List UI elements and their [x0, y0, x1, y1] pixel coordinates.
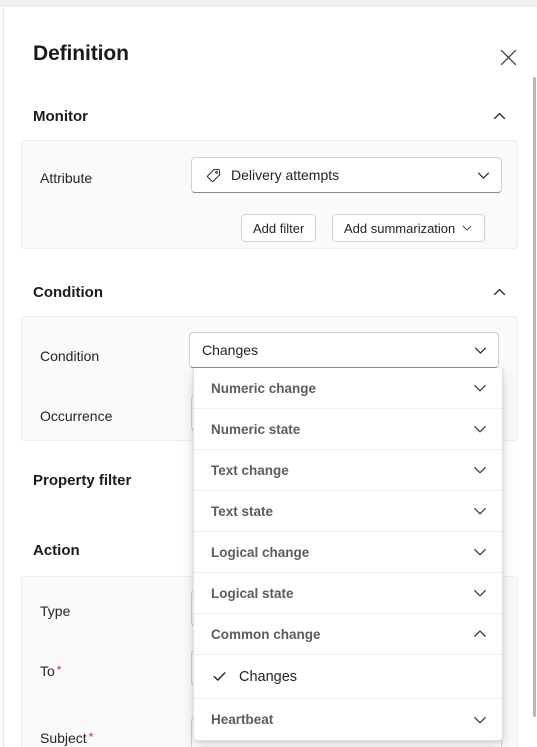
- definition-panel-screen: Definition Monitor Attribute Delivery at…: [0, 0, 537, 747]
- dropdown-group-label: Heartbeat: [211, 712, 274, 727]
- condition-value: Changes: [202, 342, 259, 358]
- monitor-card: Attribute Delivery attempts Add filter A…: [21, 140, 518, 249]
- dropdown-group-label: Logical state: [211, 585, 294, 601]
- chevron-down-icon[interactable]: [471, 379, 489, 397]
- chevron-down-icon[interactable]: [471, 420, 489, 438]
- chevron-down-icon[interactable]: [471, 502, 489, 520]
- dropdown-group-label: Numeric change: [211, 380, 317, 396]
- dropdown-group-text-state[interactable]: Text state: [194, 491, 502, 532]
- panel-scrollbar-thumb[interactable]: [533, 77, 536, 717]
- chevron-down-icon[interactable]: [471, 711, 489, 729]
- add-filter-label: Add filter: [253, 220, 305, 236]
- chevron-down-icon[interactable]: [471, 584, 489, 602]
- dropdown-group-heartbeat[interactable]: Heartbeat: [194, 699, 502, 740]
- action-to-label: To *: [40, 664, 61, 678]
- dropdown-group-label: Common change: [211, 626, 321, 642]
- panel-scrollbar-track[interactable]: [532, 7, 537, 747]
- panel-header: Definition: [4, 7, 537, 85]
- dropdown-group-logical-change[interactable]: Logical change: [194, 532, 502, 573]
- window-top-strip: [0, 0, 537, 7]
- checkmark-icon: [211, 669, 227, 685]
- action-subject-label-text: Subject: [40, 730, 87, 746]
- dropdown-group-numeric-state[interactable]: Numeric state: [194, 409, 502, 450]
- dropdown-group-label: Text state: [211, 503, 274, 519]
- chevron-up-icon[interactable]: [489, 282, 509, 302]
- add-summarization-button[interactable]: Add summarization: [332, 214, 486, 242]
- chevron-down-icon[interactable]: [471, 543, 489, 561]
- required-marker: *: [88, 730, 94, 744]
- condition-label: Condition: [40, 348, 100, 364]
- section-title-action: Action: [33, 542, 80, 559]
- action-to-label-text: To: [40, 663, 55, 679]
- tag-icon: [204, 166, 222, 184]
- dropdown-group-label: Numeric state: [211, 421, 301, 437]
- action-type-label: Type: [40, 603, 71, 619]
- condition-combobox[interactable]: Changes: [189, 332, 499, 368]
- section-title-condition: Condition: [33, 283, 103, 301]
- chevron-up-icon[interactable]: [471, 625, 489, 643]
- occurrence-label: Occurrence: [40, 408, 113, 424]
- dropdown-group-label: Logical change: [211, 544, 310, 560]
- chevron-down-icon[interactable]: [471, 461, 489, 479]
- close-button[interactable]: [491, 40, 525, 74]
- chevron-down-icon[interactable]: [474, 166, 492, 184]
- attribute-value: Delivery attempts: [231, 167, 340, 183]
- attribute-label: Attribute: [40, 170, 93, 186]
- chevron-up-icon[interactable]: [489, 106, 509, 126]
- section-header-monitor[interactable]: Monitor: [33, 103, 509, 129]
- chevron-down-icon: [461, 222, 473, 234]
- action-subject-label: Subject *: [40, 731, 93, 745]
- dropdown-group-text-change[interactable]: Text change: [194, 450, 502, 491]
- dropdown-group-numeric-change[interactable]: Numeric change: [194, 368, 502, 409]
- add-summarization-label: Add summarization: [344, 220, 456, 236]
- dropdown-group-common-change[interactable]: Common change: [194, 614, 502, 655]
- dropdown-option-label: Changes: [239, 668, 298, 685]
- chevron-down-icon[interactable]: [471, 341, 489, 359]
- dropdown-option-changes[interactable]: Changes: [194, 655, 502, 699]
- section-header-condition[interactable]: Condition: [33, 279, 509, 305]
- attribute-combobox[interactable]: Delivery attempts: [191, 157, 502, 193]
- add-filter-button[interactable]: Add filter: [241, 214, 317, 242]
- page-title: Definition: [33, 42, 129, 65]
- definition-panel: Definition Monitor Attribute Delivery at…: [4, 7, 537, 747]
- required-marker: *: [56, 663, 62, 677]
- dropdown-group-logical-state[interactable]: Logical state: [194, 573, 502, 614]
- dropdown-group-label: Text change: [211, 462, 289, 478]
- section-title-monitor: Monitor: [33, 107, 88, 125]
- condition-dropdown-flyout[interactable]: Numeric change Numeric state Text change: [193, 368, 503, 741]
- section-title-property-filter: Property filter: [33, 472, 132, 489]
- close-icon: [500, 49, 517, 66]
